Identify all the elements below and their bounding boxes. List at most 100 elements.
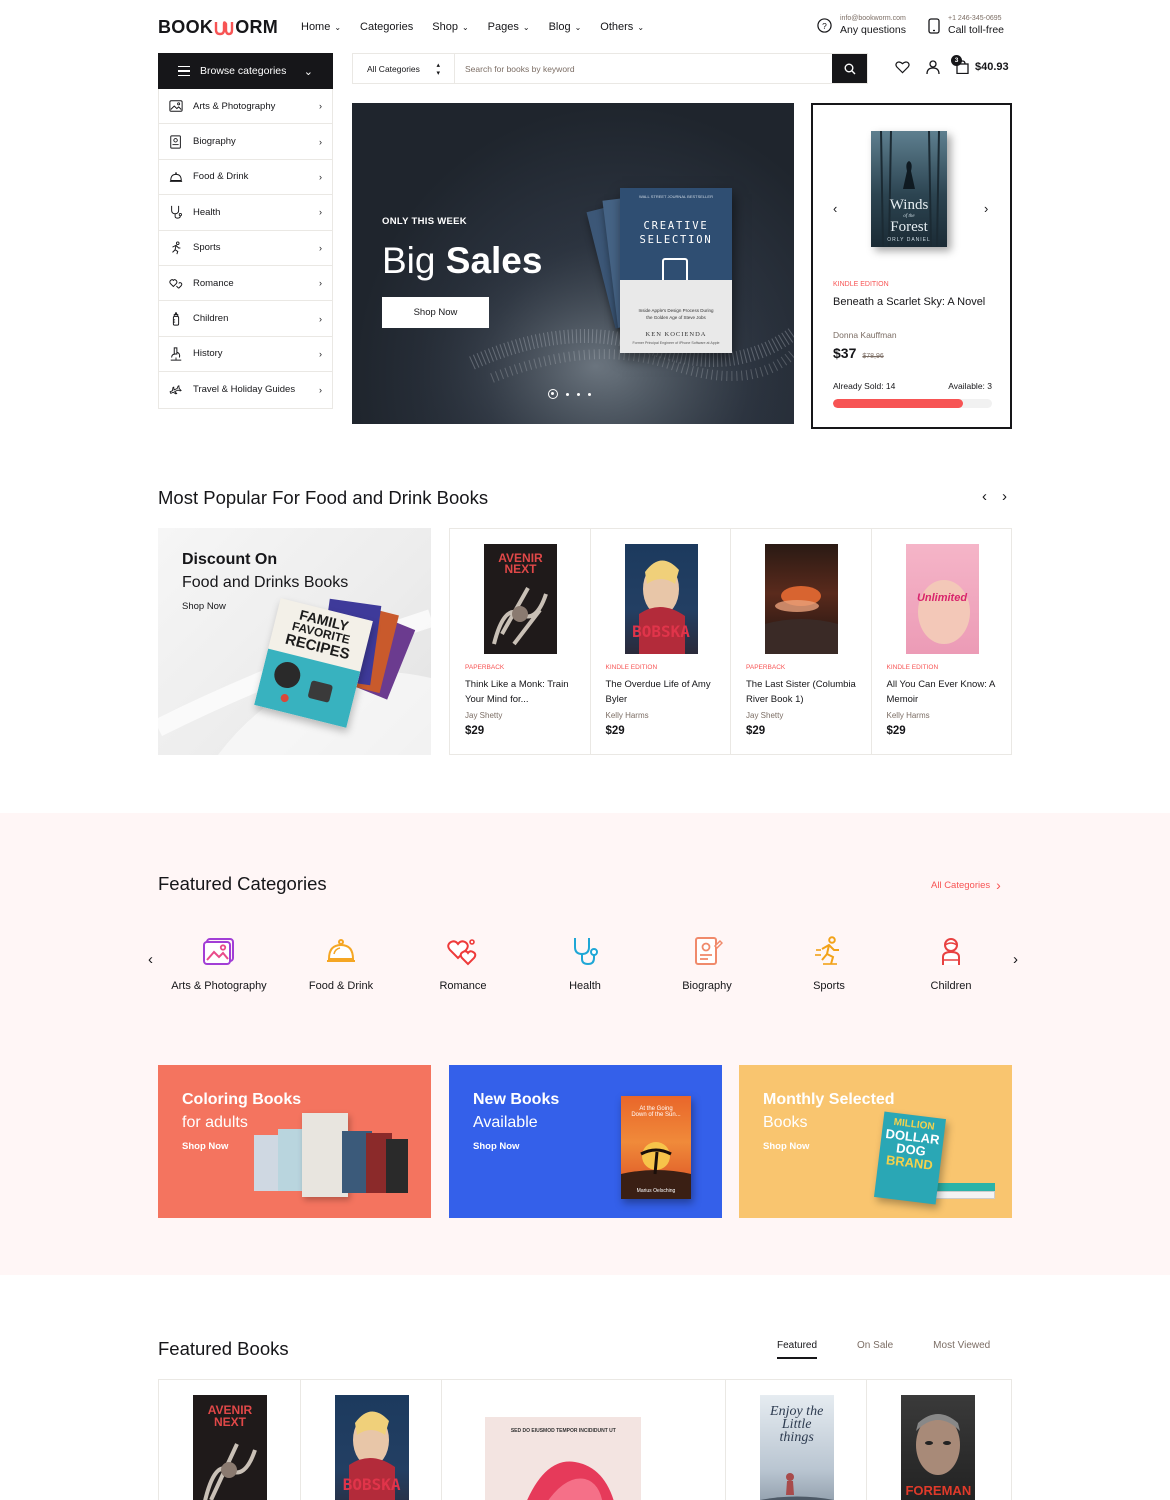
book-author[interactable]: Jay Shetty bbox=[746, 711, 783, 720]
book-price: $29 bbox=[605, 725, 625, 737]
slide-dot[interactable] bbox=[577, 392, 580, 396]
featured-category-arts[interactable]: Arts & Photography bbox=[158, 936, 280, 992]
svg-text:?: ? bbox=[822, 21, 827, 31]
promo-books-image: FAMILY FAVORITE RECIPES bbox=[254, 598, 418, 728]
monthly-book-image: MILLION DOLLAR DOG BRAND bbox=[869, 1111, 999, 1211]
new-books-banner[interactable]: New Books Available Shop Now At the Goin… bbox=[449, 1065, 722, 1218]
main-nav: Home ⌄ Categories Shop ⌄ Pages ⌄ Blog ⌄ Othe… bbox=[301, 21, 644, 33]
slider-dots bbox=[548, 389, 591, 399]
chevron-right-icon[interactable]: › bbox=[1013, 951, 1018, 968]
category-item-history[interactable]: History › bbox=[159, 337, 332, 373]
nav-home[interactable]: Home ⌄ bbox=[301, 21, 341, 33]
book-author[interactable]: Donna Kauffman bbox=[833, 330, 897, 340]
book-card[interactable]: PAPERBACK The Last Sister (Columbia Rive… bbox=[731, 529, 872, 754]
featured-category-food[interactable]: Food & Drink bbox=[280, 936, 402, 992]
category-item-health[interactable]: Health › bbox=[159, 195, 332, 231]
book-card[interactable]: FOREMAN bbox=[867, 1380, 1011, 1500]
section-title-featured-categories: Featured Categories bbox=[158, 873, 327, 894]
book-card[interactable]: BOBSKA bbox=[301, 1380, 443, 1500]
book-title[interactable]: The Overdue Life of Amy Byler bbox=[606, 677, 718, 707]
slide-dot[interactable] bbox=[588, 392, 591, 396]
chevron-left-icon[interactable]: ‹ bbox=[982, 488, 987, 505]
book-card[interactable]: Unlimited KINDLE EDITION All You Can Eve… bbox=[872, 529, 1012, 754]
browse-categories-button[interactable]: Browse categories ⌄ bbox=[158, 53, 333, 89]
cart-button[interactable]: 3 $40.93 bbox=[951, 55, 1009, 74]
nav-categories[interactable]: Categories bbox=[360, 21, 413, 33]
section-title-popular: Most Popular For Food and Drink Books bbox=[158, 487, 489, 508]
book-title[interactable]: Think Like a Monk: Train Your Mind for..… bbox=[465, 677, 577, 707]
category-item-biography[interactable]: Biography › bbox=[159, 124, 332, 160]
category-item-travel[interactable]: Travel & Holiday Guides › bbox=[159, 372, 332, 407]
category-item-romance[interactable]: Romance › bbox=[159, 266, 332, 302]
chevron-right-icon: › bbox=[996, 877, 1001, 893]
book-author[interactable]: Jay Shetty bbox=[465, 711, 502, 720]
book-card[interactable]: AVENIR NEXT PAPERBACK Think Like a Monk:… bbox=[450, 529, 591, 754]
tile-shop-now-link[interactable]: Shop Now bbox=[182, 1141, 228, 1152]
nav-pages[interactable]: Pages ⌄ bbox=[488, 21, 530, 33]
slide-dot-active[interactable] bbox=[548, 389, 558, 399]
tab-most-viewed[interactable]: Most Viewed bbox=[933, 1340, 990, 1359]
featured-category-biography[interactable]: Biography bbox=[646, 936, 768, 992]
category-item-arts[interactable]: Arts & Photography › bbox=[159, 89, 332, 125]
baby-bottle-icon bbox=[172, 311, 180, 326]
chevron-right-icon[interactable]: › bbox=[1002, 488, 1007, 505]
book-price: $29 bbox=[465, 725, 485, 737]
book-cover: BOBSKA bbox=[624, 544, 698, 654]
tile-shop-now-link[interactable]: Shop Now bbox=[473, 1141, 519, 1152]
user-icon[interactable] bbox=[926, 60, 940, 74]
all-categories-link[interactable]: All Categories › bbox=[931, 877, 1001, 893]
search-button[interactable] bbox=[832, 54, 867, 83]
logo[interactable]: BOOK ORM bbox=[158, 17, 278, 38]
microscope-icon bbox=[170, 347, 182, 361]
search-input[interactable] bbox=[455, 54, 832, 83]
chevron-down-icon: ⌄ bbox=[637, 22, 645, 32]
hero-shop-now-button[interactable]: Shop Now bbox=[382, 297, 489, 328]
featured-category-health[interactable]: Health bbox=[524, 936, 646, 992]
book-card-large[interactable]: SED DO EIUSMOD TEMPOR INCIDIDUNT UT bbox=[442, 1380, 726, 1500]
book-title[interactable]: Beneath a Scarlet Sky: A Novel bbox=[833, 294, 993, 310]
popular-books-list: AVENIR NEXT PAPERBACK Think Like a Monk:… bbox=[449, 528, 1012, 755]
category-item-children[interactable]: Children › bbox=[159, 301, 332, 337]
coloring-books-banner[interactable]: Coloring Books for adults Shop Now bbox=[158, 1065, 431, 1218]
chevron-down-icon: ⌄ bbox=[303, 65, 313, 78]
book-cover: FOREMAN bbox=[901, 1395, 976, 1500]
deal-of-the-day-card[interactable]: ‹ › Winds of the Forest ORLY DANIEL KIND… bbox=[811, 103, 1012, 429]
nav-shop[interactable]: Shop ⌄ bbox=[432, 21, 468, 33]
document-icon bbox=[695, 937, 723, 965]
heart-icon[interactable] bbox=[895, 60, 910, 74]
contact-email[interactable]: ? info@bookworm.com Any questions bbox=[817, 15, 906, 36]
chevron-right-icon: › bbox=[319, 313, 322, 324]
category-select[interactable]: All Categories ▴ ▾ bbox=[353, 54, 455, 83]
nav-blog[interactable]: Blog ⌄ bbox=[549, 21, 582, 33]
nav-others[interactable]: Others ⌄ bbox=[600, 21, 644, 33]
contact-phone[interactable]: +1 246-345-0695 Call toll-free bbox=[928, 15, 1004, 36]
book-author[interactable]: Kelly Harms bbox=[606, 711, 649, 720]
tab-on-sale[interactable]: On Sale bbox=[857, 1340, 893, 1359]
featured-category-sports[interactable]: Sports bbox=[768, 936, 890, 992]
tile-shop-now-link[interactable]: Shop Now bbox=[763, 1141, 809, 1152]
book-card[interactable]: BOBSKA KINDLE EDITION The Overdue Life o… bbox=[591, 529, 731, 754]
book-card[interactable]: AVENIR NEXT bbox=[159, 1380, 301, 1500]
book-title[interactable]: All You Can Ever Know: A Memoir bbox=[887, 677, 999, 707]
featured-category-children[interactable]: Children bbox=[890, 936, 1012, 992]
search-icon bbox=[844, 63, 855, 74]
book-cover: Unlimited bbox=[905, 544, 979, 654]
category-item-sports[interactable]: Sports › bbox=[159, 231, 332, 266]
book-cover: SED DO EIUSMOD TEMPOR INCIDIDUNT UT bbox=[485, 1417, 642, 1500]
book-author[interactable]: Kelly Harms bbox=[887, 711, 930, 720]
slide-dot[interactable] bbox=[566, 392, 569, 396]
chevron-left-icon[interactable]: ‹ bbox=[833, 201, 837, 216]
chevron-right-icon[interactable]: › bbox=[984, 201, 988, 216]
book-title[interactable]: The Last Sister (Columbia River Book 1) bbox=[746, 677, 858, 707]
promo-shop-now-link[interactable]: Shop Now bbox=[182, 601, 226, 612]
deal-book-cover: Winds of the Forest ORLY DANIEL bbox=[871, 131, 947, 247]
book-card[interactable]: Enjoy the Little things bbox=[726, 1380, 868, 1500]
featured-category-romance[interactable]: Romance bbox=[402, 936, 524, 992]
category-item-food[interactable]: Food & Drink › bbox=[159, 160, 332, 196]
tab-featured[interactable]: Featured bbox=[777, 1340, 818, 1359]
cloche-icon bbox=[169, 172, 183, 182]
chevron-left-icon[interactable]: ‹ bbox=[148, 951, 153, 968]
monthly-selected-banner[interactable]: Monthly Selected Books Shop Now MILLION … bbox=[739, 1065, 1012, 1218]
food-promo-banner[interactable]: Discount On Food and Drinks Books Shop N… bbox=[158, 528, 431, 755]
hero-title: Big Sales bbox=[382, 240, 543, 281]
